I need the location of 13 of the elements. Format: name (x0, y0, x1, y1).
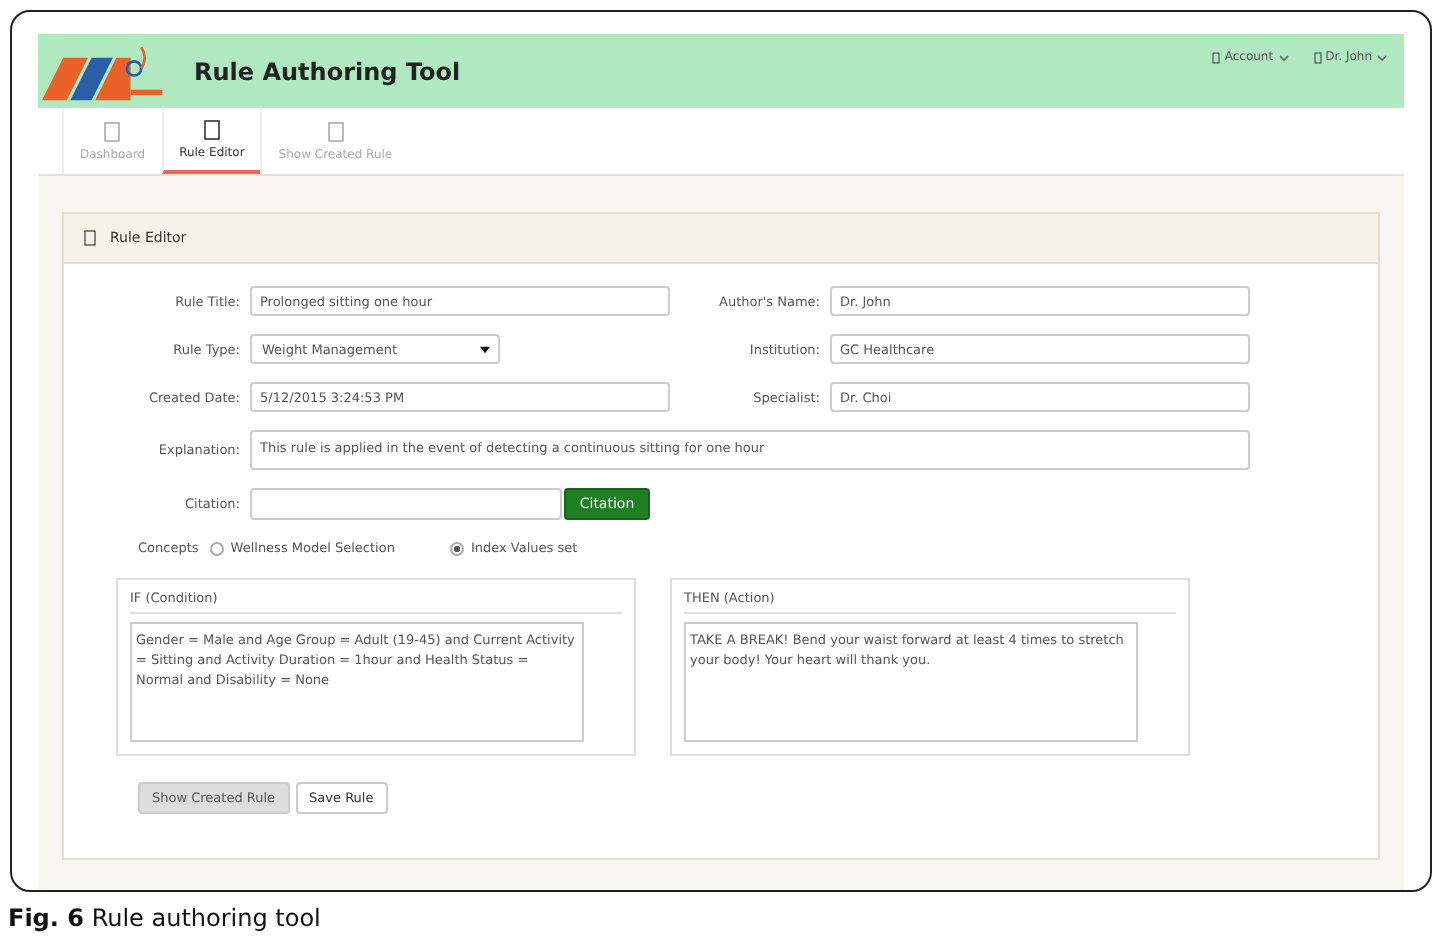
app-title: Rule Authoring Tool (194, 57, 461, 85)
caret-icon (1376, 53, 1388, 61)
square-icon (327, 121, 344, 141)
caret-icon (480, 345, 490, 353)
logo-icon (42, 41, 166, 101)
square-icon (104, 121, 121, 141)
figure-caption: Fig. 6 Rule authoring tool (6, 902, 323, 932)
caret-icon (1277, 53, 1290, 61)
square-icon (1212, 51, 1221, 63)
citation-field[interactable] (250, 488, 562, 520)
square-icon (203, 119, 220, 139)
square-icon (1313, 51, 1322, 63)
panel-icon (84, 230, 96, 246)
